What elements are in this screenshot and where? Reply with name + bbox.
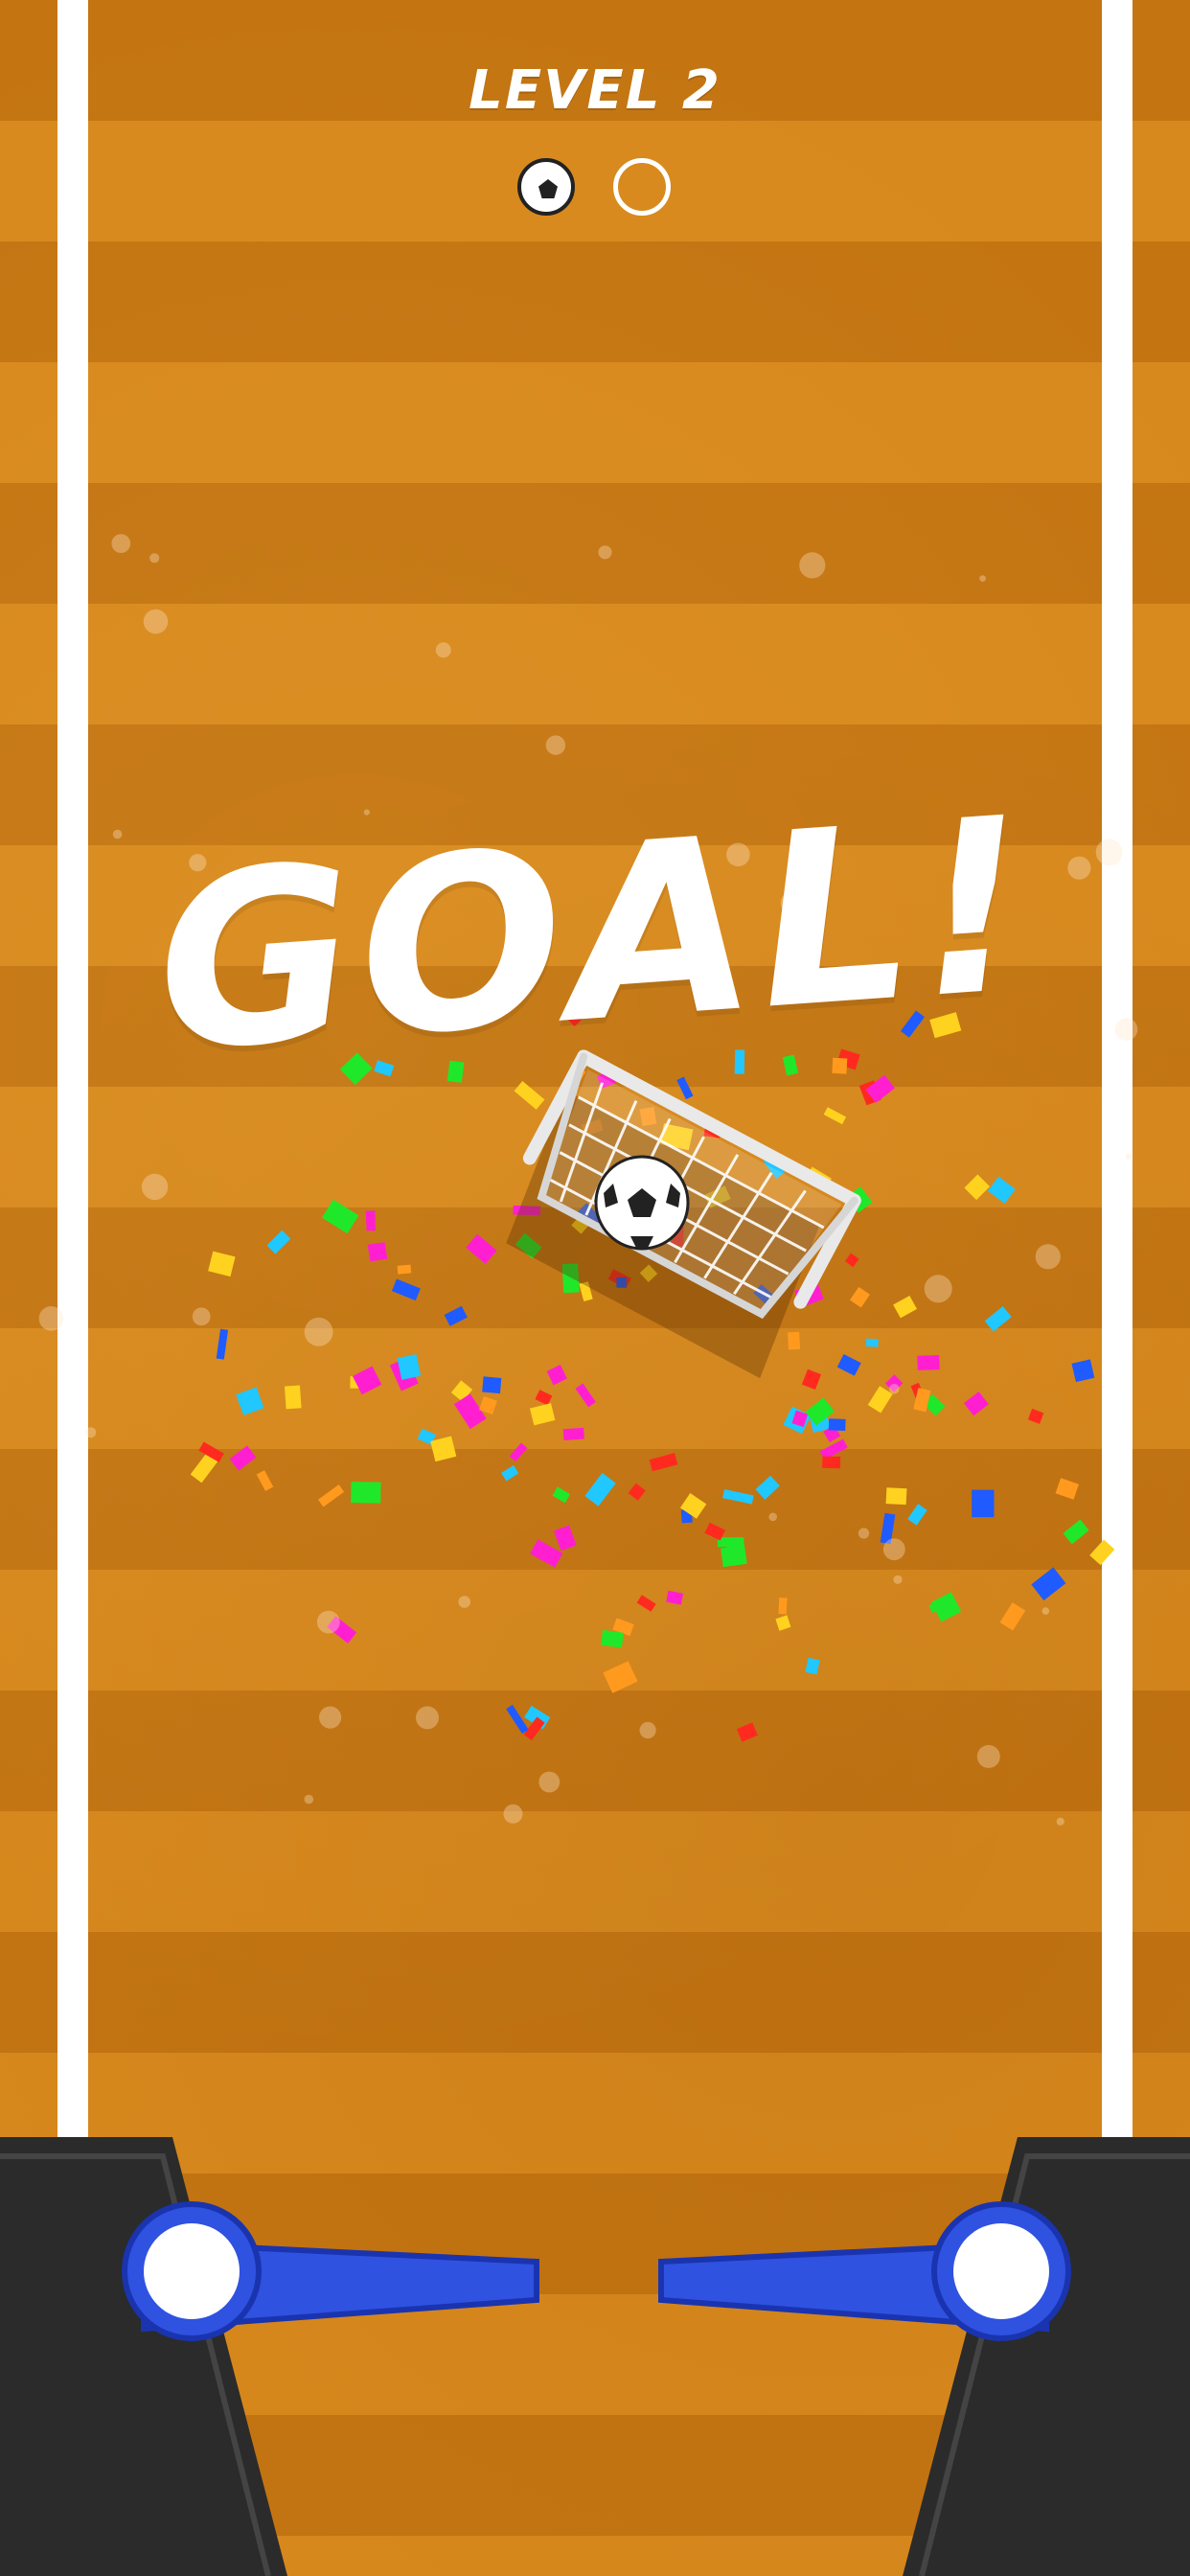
ball-indicators bbox=[517, 158, 671, 216]
right-flipper-icon bbox=[658, 2201, 1071, 2341]
soccer-ball-icon bbox=[517, 158, 575, 216]
empty-ball-slot-icon bbox=[613, 158, 671, 216]
soccer-ball-icon bbox=[594, 1155, 690, 1251]
right-sideline bbox=[1102, 0, 1133, 2166]
left-bumper bbox=[0, 2137, 287, 2576]
right-bumper bbox=[903, 2137, 1190, 2576]
left-flipper-icon bbox=[122, 2201, 539, 2341]
flipper-area bbox=[0, 2137, 1190, 2576]
level-label: LEVEL 2 bbox=[469, 59, 721, 122]
